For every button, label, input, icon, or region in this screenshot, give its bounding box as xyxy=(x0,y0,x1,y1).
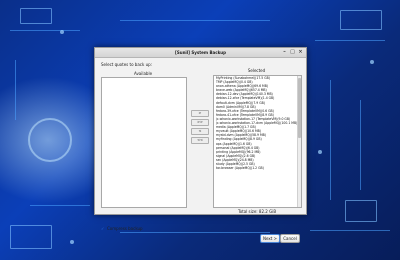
compress-option[interactable]: ✓ Compress backup xyxy=(101,226,143,231)
maximize-icon[interactable]: □ xyxy=(289,49,296,56)
next-button[interactable]: Next > xyxy=(260,234,280,243)
window-title: [Sunil] System Backup xyxy=(175,50,226,55)
remove-button[interactable]: < xyxy=(191,128,209,135)
compress-label: Compress backup xyxy=(107,226,143,231)
selected-scrollbar[interactable] xyxy=(297,76,301,207)
total-size: Total size: 82.2 GiB xyxy=(237,209,277,214)
add-all-button[interactable]: >> xyxy=(191,119,209,126)
select-prompt: Select quotes to back up: xyxy=(101,62,153,67)
minimize-icon[interactable]: – xyxy=(281,49,288,56)
window-titlebar[interactable]: [Sunil] System Backup – □ × xyxy=(95,48,306,58)
close-icon[interactable]: × xyxy=(297,49,304,56)
remove-all-button[interactable]: << xyxy=(191,137,209,144)
cancel-button[interactable]: Cancel xyxy=(280,234,300,243)
compress-checkbox[interactable]: ✓ xyxy=(101,226,105,231)
backup-dialog: [Sunil] System Backup – □ × Select quote… xyxy=(94,47,307,243)
selected-list[interactable]: MyPrinting (Sunabohmel)(17.5 GB) TMP (App… xyxy=(213,75,302,208)
selected-list-item[interactable]: tor-browser (AppleMQ)(1.2 GB) xyxy=(215,166,297,170)
available-header: Available xyxy=(133,71,153,76)
selected-header: Selected xyxy=(247,68,266,73)
scrollbar-thumb[interactable] xyxy=(298,78,301,138)
available-list[interactable] xyxy=(101,77,187,208)
add-button[interactable]: > xyxy=(191,110,209,117)
